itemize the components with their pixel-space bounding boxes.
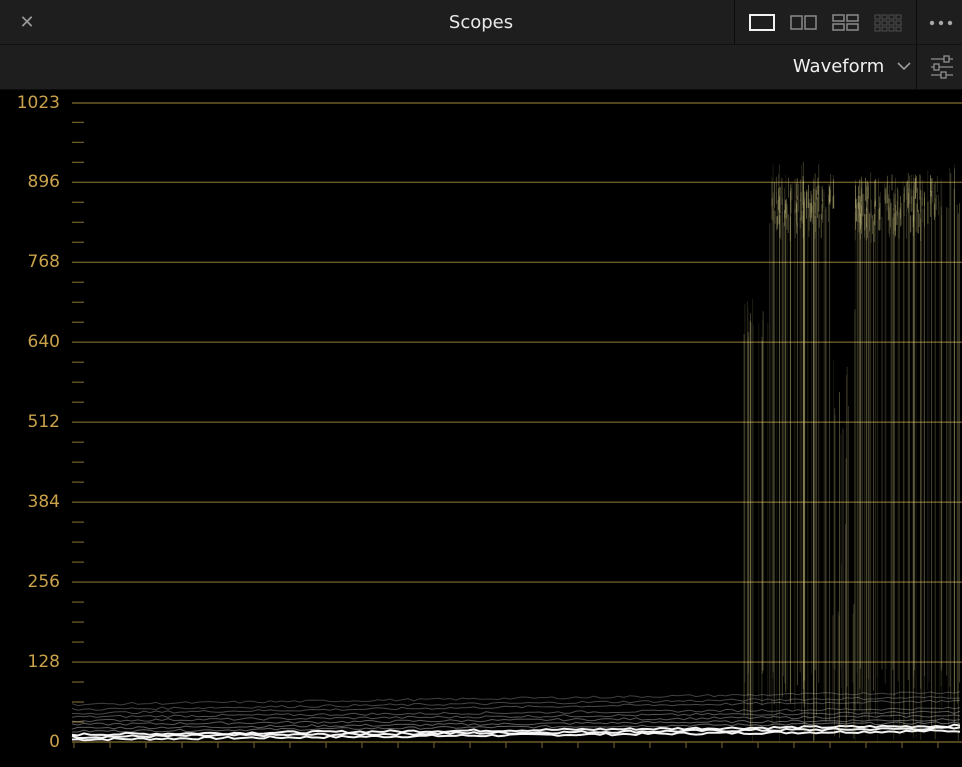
waveform-scope: 1023 896 768 640 512 384 256 128 0: [0, 90, 962, 767]
more-options-icon: [929, 20, 953, 26]
axis-label-128: 128: [27, 652, 60, 673]
dual-view-icon: [790, 15, 817, 30]
single-view-button[interactable]: [747, 12, 777, 34]
scope-type-dropdown[interactable]: Waveform: [793, 45, 912, 89]
title-bar: ✕ Scopes: [0, 0, 962, 45]
quad-view-button[interactable]: [831, 12, 861, 34]
axis-label-384: 384: [27, 492, 60, 513]
waveform-display: [71, 102, 962, 748]
scope-settings-button[interactable]: [916, 45, 962, 89]
axis-label-768: 768: [27, 252, 60, 273]
close-button[interactable]: ✕: [14, 11, 40, 35]
dual-view-button[interactable]: [789, 12, 819, 34]
layout-selector: [734, 0, 917, 45]
quad-view-icon: [832, 14, 859, 31]
grid-view-button[interactable]: [873, 12, 903, 34]
axis-label-0: 0: [49, 732, 60, 752]
scope-toolbar: Waveform: [0, 45, 962, 90]
grid-view-icon: [874, 14, 902, 32]
chevron-down-icon: [896, 45, 912, 89]
single-view-icon: [749, 14, 775, 31]
scope-type-label: Waveform: [792, 56, 885, 77]
more-options-button[interactable]: [918, 0, 962, 45]
axis-label-512: 512: [27, 412, 60, 433]
sliders-icon: [931, 55, 953, 79]
waveform-trace: [71, 695, 961, 711]
axis-label-256: 256: [27, 572, 60, 593]
axis-label-1023: 1023: [16, 93, 60, 113]
waveform-trace: [71, 699, 961, 715]
close-icon: ✕: [19, 12, 35, 33]
axis-label-896: 896: [27, 172, 60, 193]
axis-label-640: 640: [27, 332, 60, 353]
